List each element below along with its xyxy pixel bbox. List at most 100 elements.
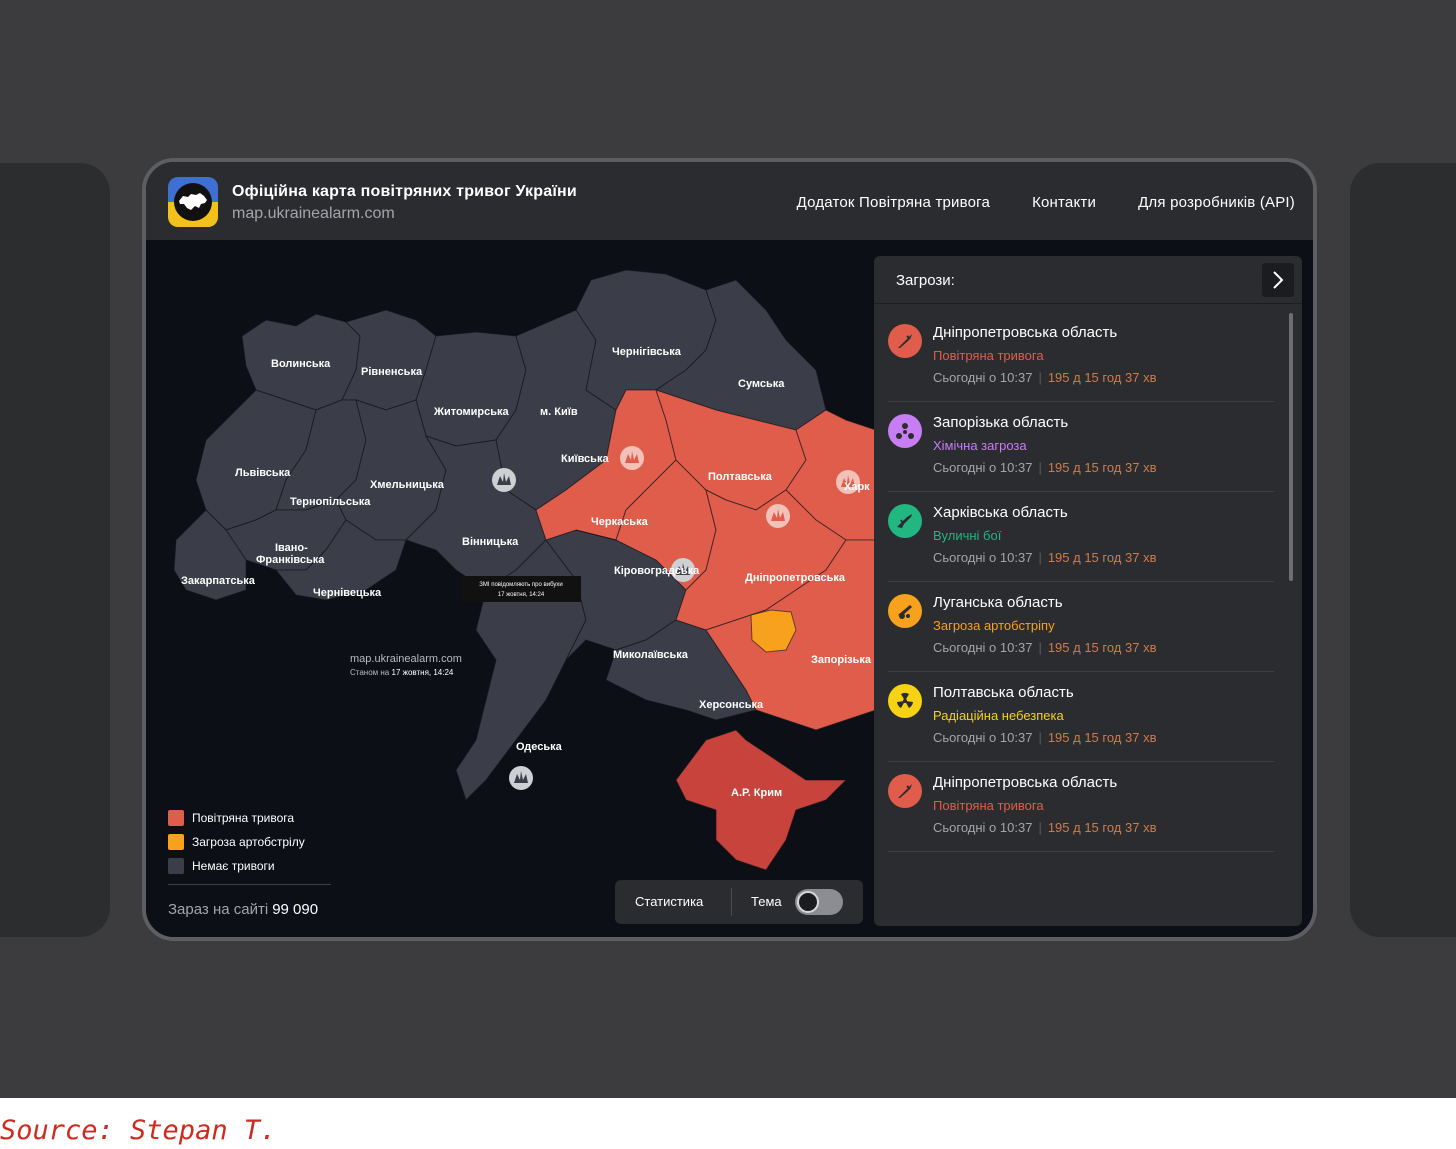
threats-header: Загрози: bbox=[874, 256, 1302, 304]
threat-item[interactable]: Харківська область Вуличні бої Сьогодні … bbox=[888, 492, 1274, 582]
region-label: А.Р. Крим bbox=[731, 787, 783, 799]
region-label: Миколаївська bbox=[613, 649, 688, 661]
statistics-button[interactable]: Статистика bbox=[635, 894, 703, 909]
threat-started: Сьогодні о 10:37 bbox=[933, 820, 1033, 835]
threat-type: Загроза артобстріпу bbox=[933, 618, 1055, 633]
threat-type: Радіаційна небезпека bbox=[933, 708, 1064, 723]
region-label: Івано- bbox=[275, 542, 308, 554]
threat-type: Хімічна загроза bbox=[933, 438, 1027, 453]
adjacent-slide-right bbox=[1350, 163, 1456, 937]
region-label: Франківська bbox=[256, 554, 325, 566]
threat-duration: 195 д 15 год 37 хв bbox=[1047, 460, 1157, 475]
region-label: Харк bbox=[844, 481, 870, 493]
region-label: Тернопільська bbox=[290, 496, 371, 508]
legend-item-alarm: Повітряна тривога bbox=[168, 806, 305, 830]
region-label: Житомирська bbox=[434, 406, 509, 418]
adjacent-slide-left bbox=[0, 163, 110, 937]
threat-item[interactable]: Дніпропетровська область Повітряна триво… bbox=[888, 762, 1274, 852]
region-label: Кіровоградська bbox=[614, 565, 700, 577]
image-source-caption: Source: Stepan T. bbox=[0, 1115, 277, 1146]
threat-started: Сьогодні о 10:37 bbox=[933, 550, 1033, 565]
threat-item[interactable]: Полтавська область Радіаційна небезпека … bbox=[888, 672, 1274, 762]
explosion-icon[interactable] bbox=[509, 766, 533, 790]
legend-swatch bbox=[168, 858, 184, 874]
nav-app-link[interactable]: Додаток Повітряна тривога bbox=[797, 194, 990, 211]
threat-time: Сьогодні о 10:37 | 195 д 15 год 37 хв bbox=[933, 820, 1157, 835]
map-timestamp: Станом на 17 жовтня, 14:24 bbox=[350, 668, 453, 677]
threat-type: Вуличні бої bbox=[933, 528, 1002, 543]
region-label: Одеська bbox=[516, 741, 562, 753]
threat-time: Сьогодні о 10:37 | 195 д 15 год 37 хв bbox=[933, 730, 1157, 745]
rocket-icon bbox=[888, 774, 922, 808]
legend-item-none: Немає тривоги bbox=[168, 854, 305, 878]
legend-item-artillery: Загроза артобстрілу bbox=[168, 830, 305, 854]
tooltip-text: ЗМІ повідомляють про вибухи bbox=[479, 582, 563, 588]
legend-label: Повітряна тривога bbox=[192, 811, 295, 825]
region-label: Закарпатська bbox=[181, 575, 255, 587]
divider bbox=[168, 884, 331, 885]
legend-swatch bbox=[168, 810, 184, 826]
site-url: map.ukrainealarm.com bbox=[232, 205, 395, 222]
region-label: Вінницька bbox=[462, 536, 519, 548]
threat-started: Сьогодні о 10:37 bbox=[933, 640, 1033, 655]
region-label: Черкаська bbox=[591, 516, 648, 528]
site-header: Офіційна карта повітряних тривог України… bbox=[146, 162, 1313, 240]
legend-label: Немає тривоги bbox=[192, 859, 275, 873]
legend-swatch bbox=[168, 834, 184, 850]
nav-contacts-link[interactable]: Контакти bbox=[1032, 194, 1096, 211]
threat-duration: 195 д 15 год 37 хв bbox=[1047, 820, 1157, 835]
top-nav: Додаток Повітряна тривога Контакти Для р… bbox=[797, 194, 1295, 211]
toggle-knob bbox=[797, 891, 819, 913]
explosion-tooltip: ЗМІ повідомляють про вибухи 17 жовтня, 1… bbox=[461, 576, 581, 602]
region-label: Чернігівська bbox=[612, 346, 681, 358]
explosion-icon[interactable] bbox=[766, 504, 790, 528]
explosion-icon[interactable] bbox=[492, 468, 516, 492]
threat-item[interactable]: Запорізька область Хімічна загроза Сього… bbox=[888, 402, 1274, 492]
theme-toggle[interactable] bbox=[795, 889, 843, 915]
radiation-icon bbox=[888, 684, 922, 718]
threat-region: Дніпропетровська область bbox=[933, 774, 1118, 791]
threat-region: Полтавська область bbox=[933, 684, 1074, 701]
threat-type: Повітряна тривога bbox=[933, 798, 1044, 813]
region-label: Полтавська bbox=[708, 471, 772, 483]
collapse-panel-button[interactable] bbox=[1262, 263, 1294, 297]
threat-started: Сьогодні о 10:37 bbox=[933, 460, 1033, 475]
threats-scrollbar[interactable] bbox=[1289, 313, 1293, 581]
online-value: 99 090 bbox=[272, 901, 319, 918]
threat-region: Харківська область bbox=[933, 504, 1068, 521]
threat-type: Повітряна тривога bbox=[933, 348, 1044, 363]
legend-label: Загроза артобстрілу bbox=[192, 835, 305, 849]
region-label: Львівська bbox=[235, 467, 291, 479]
chevron-right-icon bbox=[1273, 271, 1284, 289]
ukraine-map-logo-icon[interactable] bbox=[168, 177, 218, 227]
threat-started: Сьогодні о 10:37 bbox=[933, 730, 1033, 745]
region-crimea[interactable] bbox=[675, 729, 848, 871]
rocket-icon bbox=[888, 324, 922, 358]
threat-item[interactable]: Луганська область Загроза артобстріпу Сь… bbox=[888, 582, 1274, 672]
region-label: Волинська bbox=[271, 358, 331, 370]
threat-time: Сьогодні о 10:37 | 195 д 15 год 37 хв bbox=[933, 460, 1157, 475]
threat-duration: 195 д 15 год 37 хв bbox=[1047, 370, 1157, 385]
threat-item[interactable]: Дніпропетровська область Повітряна триво… bbox=[888, 312, 1274, 402]
threats-panel: Загрози: Дніпропетровська область Повітр… bbox=[874, 256, 1302, 926]
tooltip-date: 17 жовтня, 14:24 bbox=[497, 592, 545, 598]
alert-map: Волинська Рівненська Чернігівська Сумськ… bbox=[146, 240, 876, 937]
app-window: Офіційна карта повітряних тривог України… bbox=[142, 158, 1317, 941]
region-label: Запорізька bbox=[811, 654, 872, 666]
map-legend: Повітряна тривога Загроза артобстрілу Не… bbox=[168, 806, 305, 878]
threat-region: Запорізька область bbox=[933, 414, 1069, 431]
theme-label: Тема bbox=[751, 894, 782, 909]
online-counter: Зараз на сайті 99 090 bbox=[168, 901, 318, 918]
chemical-icon bbox=[888, 414, 922, 448]
threat-duration: 195 д 15 год 37 хв bbox=[1047, 640, 1157, 655]
threat-duration: 195 д 15 год 37 хв bbox=[1047, 550, 1157, 565]
nav-api-link[interactable]: Для розробників (API) bbox=[1138, 194, 1295, 211]
region-label: Сумська bbox=[738, 378, 785, 390]
explosion-icon[interactable] bbox=[620, 446, 644, 470]
backdrop: Офіційна карта повітряних тривог України… bbox=[0, 0, 1456, 1098]
map-controls: Статистика Тема bbox=[615, 880, 863, 924]
threat-started: Сьогодні о 10:37 bbox=[933, 370, 1033, 385]
region-label: Дніпропетровська bbox=[745, 572, 846, 584]
region-label: Чернівецька bbox=[313, 587, 382, 599]
asof-value: 17 жовтня, 14:24 bbox=[391, 668, 454, 677]
